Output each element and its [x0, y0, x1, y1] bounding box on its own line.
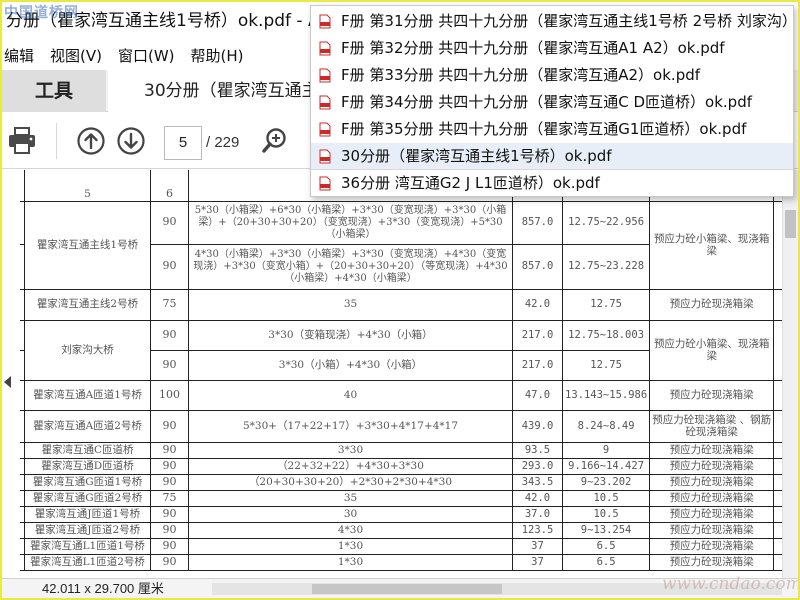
toolbar-divider	[56, 123, 57, 159]
span-layout: 5*30（小箱梁）+6*30（小箱梁）+3*30（变宽现浇）+3*30（小箱梁）…	[188, 200, 513, 245]
menu-edit[interactable]: 编辑	[4, 42, 34, 70]
left-panel-handle[interactable]	[2, 170, 20, 578]
table-row: 0 瞿家湾互通G匝道1号桥 90 （20+30+30+20）+2*30+2*30…	[2, 473, 795, 491]
recent-file-label: 30分册（瞿家湾互通主线1号桥）ok.pdf	[341, 147, 612, 165]
table-row: 0 瞿家湾互通A匝道1号桥 100 40 47.0 13.143~15.986 …	[2, 379, 795, 411]
recent-file-item[interactable]: F册 第34分册 共四十九分册（瞿家湾互通C D匝道桥）ok.pdf	[311, 89, 793, 116]
col-header-qty: 6	[150, 170, 189, 202]
table-row: 0 瞿家湾互通主线2号桥 75 35 42.0 12.75 预应力砼现浇箱梁	[2, 288, 795, 321]
menu-bar: 编辑 视图(V) 窗口(W) 帮助(H)	[2, 42, 260, 70]
recent-file-label: F册 第34分册 共四十九分册（瞿家湾互通C D匝道桥）ok.pdf	[341, 93, 753, 111]
watermark-bottom-right: www.cndao.com	[662, 574, 798, 594]
expand-left-arrow-icon[interactable]	[4, 376, 11, 388]
page-total: / 229	[206, 134, 240, 151]
recent-file-label: 36分册 湾互通G2 J L1匝道桥）ok.pdf	[341, 174, 600, 192]
print-icon[interactable]	[6, 126, 38, 156]
pdf-file-icon	[319, 95, 331, 110]
recent-file-label: F册 第32分册 共四十九分册（瞿家湾互通A1 A2）ok.pdf	[341, 39, 725, 57]
pdf-file-icon	[319, 149, 331, 164]
recent-file-label: F册 第33分册 共四十九分册（瞿家湾互通A2）ok.pdf	[341, 66, 701, 84]
recent-file-item[interactable]: F册 第32分册 共四十九分册（瞿家湾互通A1 A2）ok.pdf	[311, 35, 793, 62]
recent-file-item-current[interactable]: 30分册（瞿家湾互通主线1号桥）ok.pdf	[311, 143, 793, 170]
table-row: 0 瞿家湾互通L1匝道1号桥 90 1*30 37 6.5 预应力砼现浇箱梁	[2, 537, 795, 555]
document-view[interactable]: 5 6 0 瞿家湾互通主线1号桥 90 5*30（小箱梁）+6*30（小箱梁）+…	[2, 170, 798, 578]
menu-help[interactable]: 帮助(H)	[191, 42, 244, 70]
bridge-table: 5 6 0 瞿家湾互通主线1号桥 90 5*30（小箱梁）+6*30（小箱梁）+…	[2, 170, 795, 571]
recent-file-item[interactable]: F册 第35分册 共四十九分册（瞿家湾互通G1匝道桥）ok.pdf	[311, 116, 793, 143]
app-window: 分册（瞿家湾互通主线1号桥）ok.pdf - Adobe 编辑 视图(V) 窗口(W…	[2, 2, 798, 598]
table-row: 0 瞿家湾互通G匝道2号桥 75 35 42.0 10.5 预应力砼现浇箱梁	[2, 489, 795, 507]
horizontal-scroll-thumb[interactable]	[312, 584, 502, 594]
pdf-file-icon	[319, 122, 331, 137]
table-row: 0 瞿家湾互通A匝道2号桥 90 5*30+（17+22+17）+3*30+4*…	[2, 409, 795, 443]
tab-document[interactable]: 30分册（瞿家湾互通主	[108, 70, 310, 112]
col-header-name: 5	[24, 170, 151, 202]
table-row: 0 瞿家湾互通D匝道桥 90 （22+32+22）+4*30+3*30 293.…	[2, 457, 795, 475]
table-row: 0 瞿家湾互通C匝道桥 90 3*30 93.5 9 预应力砼现浇箱梁	[2, 441, 795, 459]
recent-files-dropdown: F册 第31分册 共四十九分册（瞿家湾互通主线1号桥 2号桥 刘家沟） F册 第…	[310, 5, 794, 197]
structure-type: 预应力砼小箱梁、现浇箱梁	[649, 200, 775, 290]
pdf-file-icon	[319, 176, 331, 191]
recent-file-item[interactable]: F册 第33分册 共四十九分册（瞿家湾互通A2）ok.pdf	[311, 62, 793, 89]
page-size-readout: 42.011 x 29.700 厘米	[42, 581, 164, 596]
pdf-file-icon	[319, 68, 331, 83]
vertical-scroll-thumb[interactable]	[785, 210, 796, 238]
recent-file-item[interactable]: F册 第31分册 共四十九分册（瞿家湾互通主线1号桥 2号桥 刘家沟）	[311, 8, 794, 35]
pdf-file-icon	[319, 41, 331, 56]
table-row: 0 瞿家湾互通J匝道2号桥 90 4*30 123.5 9~13.254 预应力…	[2, 521, 795, 539]
vertical-scrollbar[interactable]	[782, 170, 798, 578]
page-down-icon[interactable]	[116, 126, 146, 156]
table-row: 0 瞿家湾互通L1匝道2号桥 90 1*30 37 6.5 预应力砼现浇箱梁	[2, 553, 795, 571]
table-row: 0 瞿家湾互通主线1号桥 90 5*30（小箱梁）+6*30（小箱梁）+3*30…	[2, 200, 795, 290]
menu-window[interactable]: 窗口(W)	[118, 42, 175, 70]
menu-view[interactable]: 视图(V)	[50, 42, 102, 70]
page-number-input[interactable]: 5	[164, 126, 202, 160]
tab-tools[interactable]: 工具	[2, 70, 106, 112]
table-row: 0 瞿家湾互通J匝道1号桥 90 30 37.0 10.5 预应力砼现浇箱梁	[2, 505, 795, 523]
page-up-icon[interactable]	[76, 126, 106, 156]
recent-file-label: F册 第31分册 共四十九分册（瞿家湾互通主线1号桥 2号桥 刘家沟）	[341, 12, 794, 30]
watermark-top-left: 中国道桥网	[4, 5, 79, 21]
pdf-file-icon	[319, 14, 331, 29]
span-layout: 4*30（小箱梁）+3*30（小箱梁）+3*30（变宽现浇）+4*30（变宽现浇…	[188, 243, 513, 290]
bridge-name: 瞿家湾互通主线1号桥	[24, 200, 151, 290]
zoom-icon[interactable]	[260, 126, 290, 156]
recent-file-label: F册 第35分册 共四十九分册（瞿家湾互通G1匝道桥）ok.pdf	[341, 120, 747, 138]
table-row: 0 刘家沟大桥 90 3*30（变箱现浇）+4*30（小箱） 217.0 12.…	[2, 319, 795, 381]
recent-file-item[interactable]: 36分册 湾互通G2 J L1匝道桥）ok.pdf	[311, 170, 793, 196]
